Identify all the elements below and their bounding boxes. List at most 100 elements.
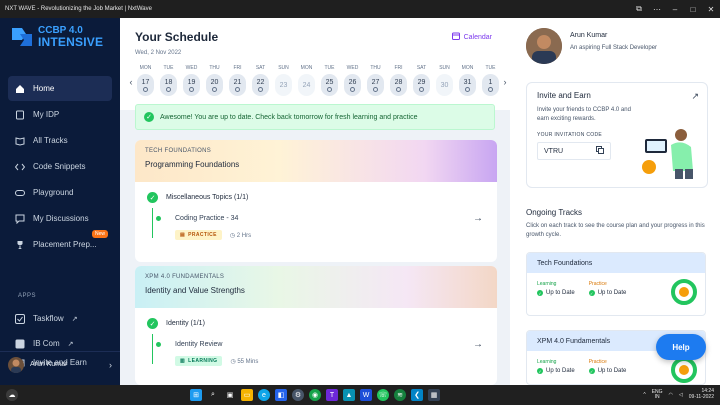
track-card-header[interactable]: XPM 4.0 FUNDAMENTALS Identity and Value … — [135, 266, 497, 308]
day-item[interactable]: TUE 18 — [157, 65, 180, 99]
window-controls: ⧉ ⋯ – □ ✕ — [630, 0, 720, 18]
more-icon[interactable]: ⋯ — [648, 0, 666, 18]
language-indicator[interactable]: ENG IN — [652, 389, 663, 401]
tray-chevron-icon[interactable]: ^ — [643, 392, 645, 398]
day-item[interactable]: SAT 22 — [249, 65, 272, 99]
settings-icon[interactable]: ⚙ — [292, 389, 304, 401]
chrome-icon[interactable]: ◉ — [309, 389, 321, 401]
track-card-header[interactable]: TECH FOUNDATIONS Programming Foundations — [135, 140, 497, 182]
sidebar-item-label: Placement Prep... — [33, 240, 97, 249]
controller-icon — [14, 187, 25, 198]
alert-text: Awesome! You are up to date. Check back … — [160, 113, 418, 121]
status-mark-icon — [166, 86, 171, 92]
sidebar-item-placement-prep[interactable]: Placement Prep... New — [8, 230, 112, 257]
chevron-right-icon[interactable]: › — [502, 77, 508, 87]
day-item[interactable]: SUN 23 — [272, 65, 295, 99]
resource-row[interactable]: Coding Practice - 34 → — [156, 213, 485, 224]
main-content: Your Schedule Wed, 2 Nov 2022 Calendar ‹… — [120, 18, 510, 385]
topic-row[interactable]: ✓ Identity (1/1) — [147, 318, 485, 329]
windows-start-icon[interactable]: ⊞ — [190, 389, 202, 401]
help-button[interactable]: Help — [656, 334, 706, 360]
weather-icon[interactable]: ☁ — [6, 389, 18, 401]
resource-meta: ▤ PRACTICE ◷ 2 Hrs — [175, 230, 485, 240]
progress-ring — [671, 357, 697, 383]
wifi-icon[interactable]: ◠ — [669, 392, 673, 398]
learning-badge: ▥ LEARNING — [175, 356, 223, 366]
day-item[interactable]: MON 31 — [456, 65, 479, 99]
topic-block: ✓ Identity (1/1) Identity Review → ▥ LEA… — [135, 308, 497, 376]
day-name: FRI — [394, 65, 403, 71]
sidebar-item-my-idp[interactable]: My IDP — [8, 102, 112, 127]
external-link-icon: ↗ — [67, 340, 74, 348]
day-item[interactable]: SUN 30 — [433, 65, 456, 99]
day-item[interactable]: MON 24 — [295, 65, 318, 99]
home-icon — [14, 83, 25, 94]
topic-row[interactable]: ✓ Miscellaneous Topics (1/1) — [147, 192, 485, 203]
day-item[interactable]: SAT 29 — [410, 65, 433, 99]
schedule-panel: Your Schedule Wed, 2 Nov 2022 Calendar ‹… — [120, 18, 510, 110]
search-icon[interactable]: ⌕ — [207, 389, 219, 401]
profile-card[interactable]: Arun Kumar An aspiring Full Stack Develo… — [526, 28, 657, 64]
day-strip: ‹ MON 17 TUE 18 WED 19 THU 20 FRI 21 SAT 22 SUN 23 MON… — [128, 64, 508, 100]
calendar-link[interactable]: Calendar — [451, 32, 492, 42]
day-item[interactable]: FRI 28 — [387, 65, 410, 99]
day-item[interactable]: THU 27 — [364, 65, 387, 99]
day-name: THU — [370, 65, 381, 71]
day-item[interactable]: FRI 21 — [226, 65, 249, 99]
sidebar-item-label: All Tracks — [33, 136, 68, 145]
day-name: TUE — [324, 65, 335, 71]
profile-name: Arun Kumar — [570, 32, 608, 39]
day-name: TUE — [485, 65, 496, 71]
minimize-button[interactable]: – — [666, 0, 684, 18]
day-item[interactable]: WED 19 — [180, 65, 203, 99]
sidebar-item-playground[interactable]: Playground — [8, 180, 112, 205]
arrow-right-icon[interactable]: → — [473, 339, 483, 350]
day-item[interactable]: TUE 1 — [479, 65, 502, 99]
sidebar-item-my-discussions[interactable]: My Discussions — [8, 206, 112, 231]
status-mark-icon — [396, 86, 401, 92]
topic-title: Identity (1/1) — [166, 320, 205, 327]
day-number: 18 — [160, 74, 177, 96]
file-explorer-icon[interactable]: ▭ — [241, 389, 253, 401]
teams-icon[interactable]: T — [326, 389, 338, 401]
day-item[interactable]: MON 17 — [134, 65, 157, 99]
close-button[interactable]: ✕ — [702, 0, 720, 18]
whatsapp-icon[interactable]: ☏ — [377, 389, 389, 401]
invite-text: Invite your friends to CCBP 4.0 and earn… — [537, 107, 631, 122]
sidebar-user[interactable]: Arun Kumar › — [0, 351, 120, 377]
edge-icon[interactable]: e — [258, 389, 270, 401]
status-mark-icon — [350, 86, 355, 92]
status-mark-icon — [258, 86, 263, 92]
copy-icon[interactable] — [596, 146, 604, 156]
day-item[interactable]: THU 20 — [203, 65, 226, 99]
logo[interactable]: CCBP 4.0 INTENSIVE — [10, 26, 103, 48]
app-item-taskflow[interactable]: Taskflow ↗ — [8, 306, 112, 331]
app-icon[interactable]: ▦ — [428, 389, 440, 401]
status-mark-icon — [373, 86, 378, 92]
clock[interactable]: 14:24 09-11-2022 — [689, 388, 714, 401]
maximize-button[interactable]: □ — [684, 0, 702, 18]
word-icon[interactable]: W — [360, 389, 372, 401]
arrow-right-icon[interactable]: → — [473, 213, 483, 224]
checkbox-icon — [14, 313, 25, 324]
task-view-icon[interactable]: ▣ — [224, 389, 236, 401]
store-icon[interactable]: ◧ — [275, 389, 287, 401]
sidebar-item-all-tracks[interactable]: All Tracks — [8, 128, 112, 153]
sidebar-item-code-snippets[interactable]: Code Snippets — [8, 154, 112, 179]
check-icon: ✓ — [147, 318, 158, 329]
resource-row[interactable]: Identity Review → — [156, 339, 485, 350]
volume-icon[interactable]: ◁ — [679, 392, 683, 398]
sidebar-item-home[interactable]: Home — [8, 76, 112, 101]
day-number: 29 — [413, 74, 430, 96]
day-item[interactable]: WED 26 — [341, 65, 364, 99]
day-item[interactable]: TUE 25 — [318, 65, 341, 99]
cast-icon[interactable]: ⧉ — [630, 0, 648, 18]
vscode-icon[interactable]: ❮ — [411, 389, 423, 401]
track-name: Identity and Value Strengths — [145, 286, 245, 295]
spotify-icon[interactable]: ≋ — [394, 389, 406, 401]
ongoing-track-name: Tech Foundations — [527, 253, 705, 273]
photos-icon[interactable]: ▲ — [343, 389, 355, 401]
external-link-icon[interactable]: ↗ — [691, 91, 699, 102]
track-tag: XPM 4.0 FUNDAMENTALS — [145, 274, 225, 280]
ongoing-track-card[interactable]: Tech Foundations Learning ✓ Up to Date Pr… — [526, 252, 706, 316]
